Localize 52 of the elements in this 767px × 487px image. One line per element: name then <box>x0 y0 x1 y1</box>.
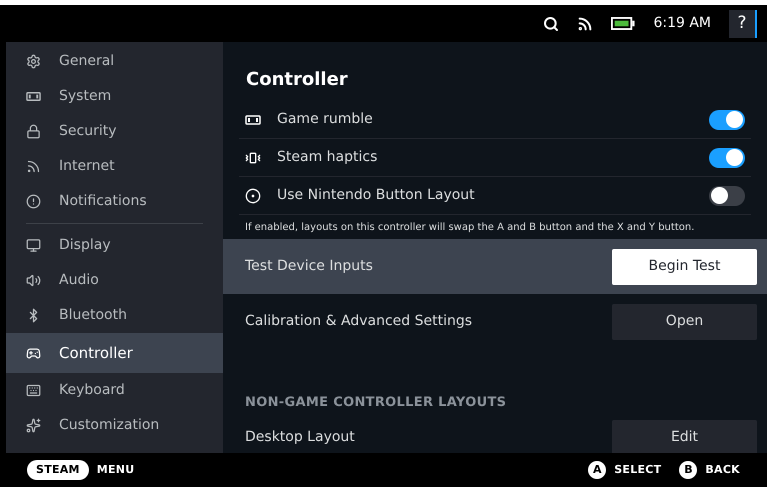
toggle-switch[interactable] <box>709 148 745 168</box>
controller-key-icon: B <box>679 461 698 479</box>
sidebar-item[interactable]: Controller <box>6 333 223 373</box>
setting-label: Calibration & Advanced Settings <box>245 312 472 331</box>
sidebar-item[interactable]: General <box>6 44 223 79</box>
sidebar-item[interactable]: Audio <box>6 263 223 298</box>
setting-row[interactable]: Desktop Layout Edit <box>223 418 767 453</box>
setting-description: If enabled, layouts on this controller will swap the A and B button and the X and Y button. <box>244 221 696 235</box>
keyboard-icon <box>26 383 41 398</box>
lock-icon <box>26 124 41 139</box>
setting-label: Steam haptics <box>277 148 378 167</box>
section-heading: NON-GAME CONTROLLER LAYOUTS <box>244 394 508 412</box>
controller-key-icon: A <box>588 461 606 479</box>
toggle-switch[interactable] <box>709 186 745 206</box>
steam-button[interactable]: STEAM <box>27 460 89 480</box>
action-button[interactable]: Open <box>612 304 757 340</box>
hint-label: SELECT <box>614 462 662 478</box>
buttons-icon <box>245 188 261 204</box>
setting-row[interactable]: Test Device Inputs Begin Test <box>223 239 767 294</box>
setting-label: Use Nintendo Button Layout <box>277 186 476 205</box>
vibration-icon <box>245 150 261 166</box>
sidebar-item[interactable]: Display <box>6 228 223 263</box>
setting-label: Desktop Layout <box>245 428 355 447</box>
menu-hint: MENU <box>96 462 134 478</box>
battery-icon[interactable] <box>611 17 636 30</box>
sidebar-item[interactable]: Internet <box>6 149 223 184</box>
search-icon[interactable] <box>543 16 560 32</box>
gamepad-icon <box>26 346 41 360</box>
toggle-switch[interactable] <box>709 110 745 130</box>
alert-icon <box>26 194 41 209</box>
hint-label: BACK <box>705 462 740 478</box>
signal-icon[interactable] <box>577 16 594 32</box>
page-title: Controller <box>245 68 349 92</box>
sidebar-item[interactable]: System <box>6 79 223 114</box>
sidebar-item[interactable]: Security <box>6 114 223 149</box>
action-button[interactable]: Edit <box>612 420 757 453</box>
sidebar-item[interactable]: Keyboard <box>6 373 223 408</box>
gear-icon <box>26 54 41 69</box>
setting-label: Test Device Inputs <box>245 257 373 276</box>
sidebar-item[interactable]: Bluetooth <box>6 298 223 333</box>
setting-row[interactable]: Calibration & Advanced Settings Open <box>223 294 767 349</box>
sidebar-item[interactable]: Notifications <box>6 184 223 219</box>
handheld-icon <box>26 89 41 104</box>
signal-icon <box>26 159 41 174</box>
clock-text: 6:19 AM <box>653 14 711 33</box>
setting-label: Game rumble <box>277 110 374 129</box>
speaker-icon <box>26 273 41 288</box>
action-button[interactable]: Begin Test <box>612 248 757 284</box>
sidebar-item[interactable]: Customization <box>6 408 223 443</box>
monitor-icon <box>26 238 41 253</box>
sparkle-icon <box>26 418 41 433</box>
help-button[interactable]: ? <box>729 10 757 38</box>
